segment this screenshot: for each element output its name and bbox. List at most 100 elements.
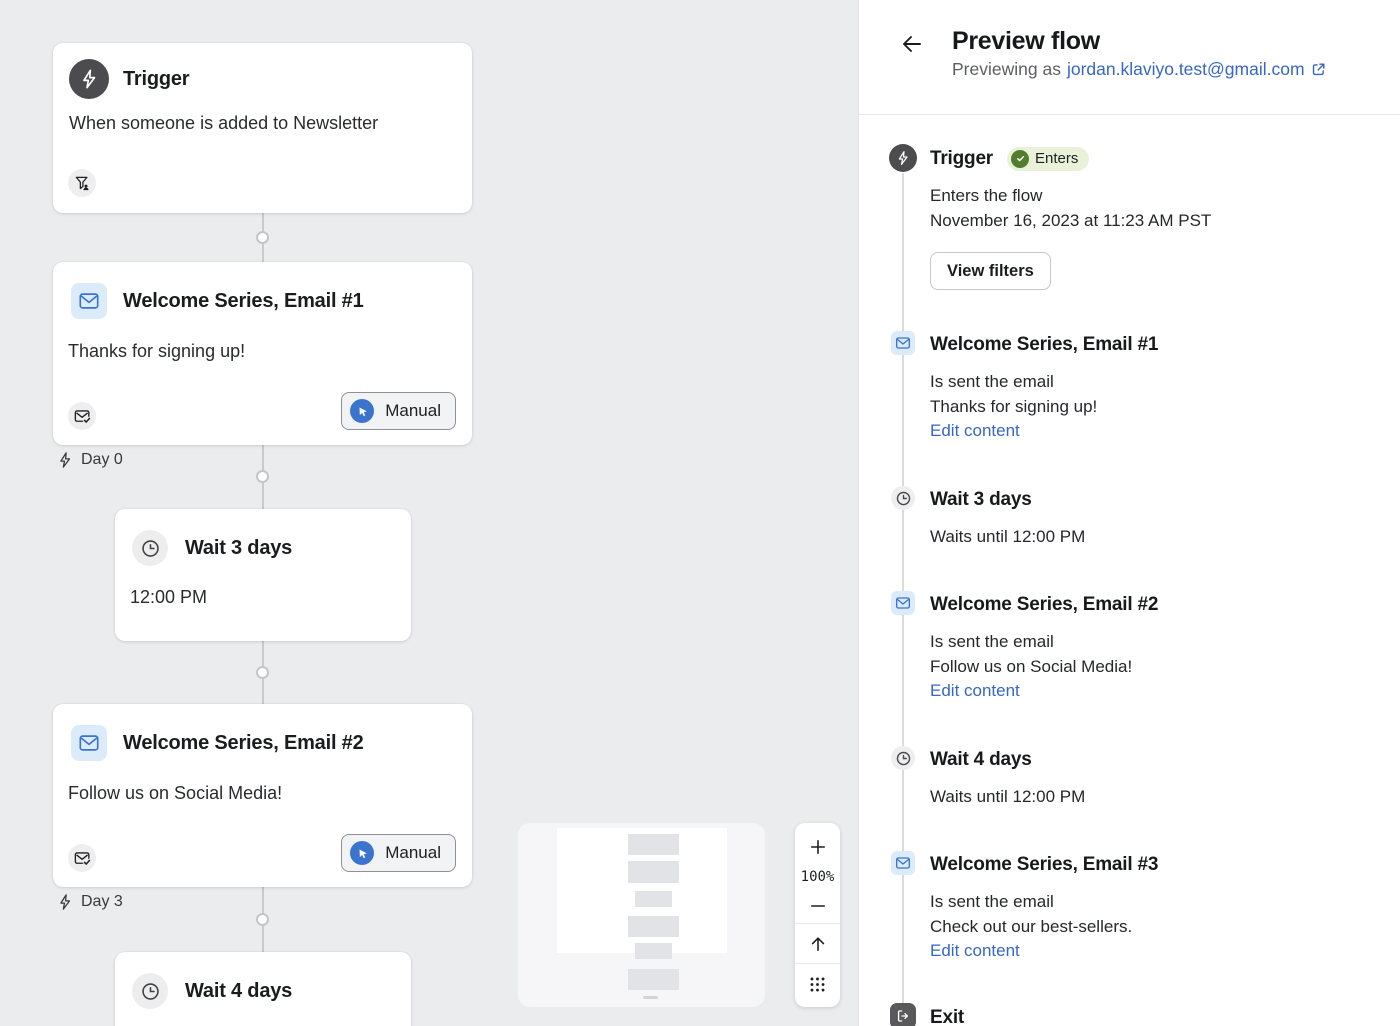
zoom-in-button[interactable] <box>795 829 840 865</box>
item-title: Welcome Series, Email #2 <box>930 591 1370 618</box>
trigger-card[interactable]: Trigger When someone is added to Newslet… <box>53 43 472 213</box>
clock-icon <box>891 486 915 510</box>
arrow-left-icon <box>900 32 924 56</box>
item-detail: Enters the flow <box>930 184 1370 209</box>
card-description: Follow us on Social Media! <box>68 783 456 804</box>
item-detail: Waits until 12:00 PM <box>930 785 1370 810</box>
connector-add-node[interactable] <box>256 913 269 926</box>
minimap-node <box>643 996 658 999</box>
edit-content-link[interactable]: Edit content <box>930 419 1020 444</box>
email-icon <box>71 725 107 761</box>
timeline-item-exit: Exit <box>930 1004 1370 1026</box>
edit-content-link[interactable]: Edit content <box>930 939 1020 964</box>
fit-view-button[interactable] <box>795 924 840 963</box>
card-title: Trigger <box>123 68 189 91</box>
item-title: Wait 4 days <box>930 746 1370 773</box>
wait-card-1[interactable]: Wait 3 days 12:00 PM <box>115 509 411 641</box>
cursor-icon <box>350 841 374 865</box>
edit-content-link[interactable]: Edit content <box>930 679 1020 704</box>
item-detail: Thanks for signing up! <box>930 395 1370 420</box>
timeline-line <box>902 173 904 1005</box>
email-card-1[interactable]: Welcome Series, Email #1 Thanks for sign… <box>53 262 472 445</box>
lightning-icon <box>69 59 109 99</box>
email-sent-icon <box>68 844 96 872</box>
minus-icon <box>808 896 828 916</box>
lightning-icon <box>56 893 74 911</box>
connector-add-node[interactable] <box>256 231 269 244</box>
grid-options-button[interactable] <box>795 964 840 1005</box>
minimap-node <box>635 943 672 959</box>
day-label: Day 3 <box>56 893 123 911</box>
manual-tag-label: Manual <box>385 843 441 863</box>
timeline-item-trigger: Trigger Enters Enters the flow November … <box>930 145 1370 290</box>
manual-tag-button[interactable]: Manual <box>341 392 456 430</box>
email-icon <box>71 283 107 319</box>
email-icon <box>891 851 915 875</box>
item-title: Wait 3 days <box>930 486 1370 513</box>
external-link-icon <box>1310 61 1327 78</box>
cursor-icon <box>350 399 374 423</box>
item-title: Trigger <box>930 145 993 172</box>
item-detail: Waits until 12:00 PM <box>930 525 1370 550</box>
lightning-icon <box>889 144 917 172</box>
item-detail: Is sent the email <box>930 890 1370 915</box>
minimap[interactable] <box>518 823 765 1007</box>
item-title: Welcome Series, Email #1 <box>930 331 1370 358</box>
timeline-item-wait-1: Wait 3 days Waits until 12:00 PM <box>930 486 1370 550</box>
wait-card-2[interactable]: Wait 4 days <box>115 952 411 1026</box>
manual-tag-label: Manual <box>385 401 441 421</box>
item-timestamp: November 16, 2023 at 11:23 AM PST <box>930 209 1370 234</box>
trigger-filter-icon <box>68 169 96 197</box>
lightning-icon <box>56 451 74 469</box>
status-badge: Enters <box>1007 147 1089 171</box>
card-title: Welcome Series, Email #2 <box>123 732 364 755</box>
preview-flow-screen: Trigger When someone is added to Newslet… <box>0 0 1400 1026</box>
exit-icon <box>890 1003 916 1026</box>
check-circle-icon <box>1011 150 1029 168</box>
item-title: Welcome Series, Email #3 <box>930 851 1370 878</box>
timeline-item-email-1: Welcome Series, Email #1 Is sent the ema… <box>930 331 1370 444</box>
item-detail: Follow us on Social Media! <box>930 655 1370 680</box>
arrow-up-icon <box>808 934 828 954</box>
card-title: Welcome Series, Email #1 <box>123 290 364 313</box>
email-icon <box>891 591 915 615</box>
email-sent-icon <box>68 402 96 430</box>
card-title: Wait 3 days <box>185 537 292 560</box>
clock-icon <box>132 530 168 566</box>
email-icon <box>891 331 915 355</box>
zoom-controls: 100% <box>795 823 840 1007</box>
view-filters-button[interactable]: View filters <box>930 252 1051 290</box>
clock-icon <box>132 973 168 1009</box>
zoom-out-button[interactable] <box>795 889 840 923</box>
minimap-node <box>628 834 679 855</box>
nine-dots-icon <box>808 975 827 994</box>
timeline-item-wait-2: Wait 4 days Waits until 12:00 PM <box>930 746 1370 810</box>
previewing-as-row: Previewing as jordan.klaviyo.test@gmail.… <box>952 59 1327 80</box>
back-button[interactable] <box>897 29 927 59</box>
item-detail: Is sent the email <box>930 630 1370 655</box>
item-title: Exit <box>930 1004 1370 1026</box>
card-description: Thanks for signing up! <box>68 341 456 362</box>
card-title: Wait 4 days <box>185 980 292 1003</box>
flow-canvas[interactable]: Trigger When someone is added to Newslet… <box>0 0 858 1026</box>
minimap-node <box>628 969 679 990</box>
timeline-item-email-2: Welcome Series, Email #2 Is sent the ema… <box>930 591 1370 704</box>
connector-add-node[interactable] <box>256 470 269 483</box>
zoom-level: 100% <box>795 865 840 889</box>
item-detail: Check out our best-sellers. <box>930 915 1370 940</box>
email-card-2[interactable]: Welcome Series, Email #2 Follow us on So… <box>53 704 472 887</box>
card-description: 12:00 PM <box>130 587 394 608</box>
preview-profile-link[interactable]: jordan.klaviyo.test@gmail.com <box>1067 59 1327 80</box>
minimap-node <box>628 916 679 937</box>
plus-icon <box>808 837 828 857</box>
card-description: When someone is added to Newsletter <box>69 113 456 134</box>
connector-add-node[interactable] <box>256 666 269 679</box>
previewing-as-label: Previewing as <box>952 59 1061 80</box>
preview-flow-panel: Preview flow Previewing as jordan.klaviy… <box>858 0 1400 1026</box>
timeline-item-email-3: Welcome Series, Email #3 Is sent the ema… <box>930 851 1370 964</box>
manual-tag-button[interactable]: Manual <box>341 834 456 872</box>
item-detail: Is sent the email <box>930 370 1370 395</box>
minimap-node <box>635 891 672 907</box>
day-label: Day 0 <box>56 451 123 469</box>
panel-header: Preview flow Previewing as jordan.klaviy… <box>859 0 1400 115</box>
